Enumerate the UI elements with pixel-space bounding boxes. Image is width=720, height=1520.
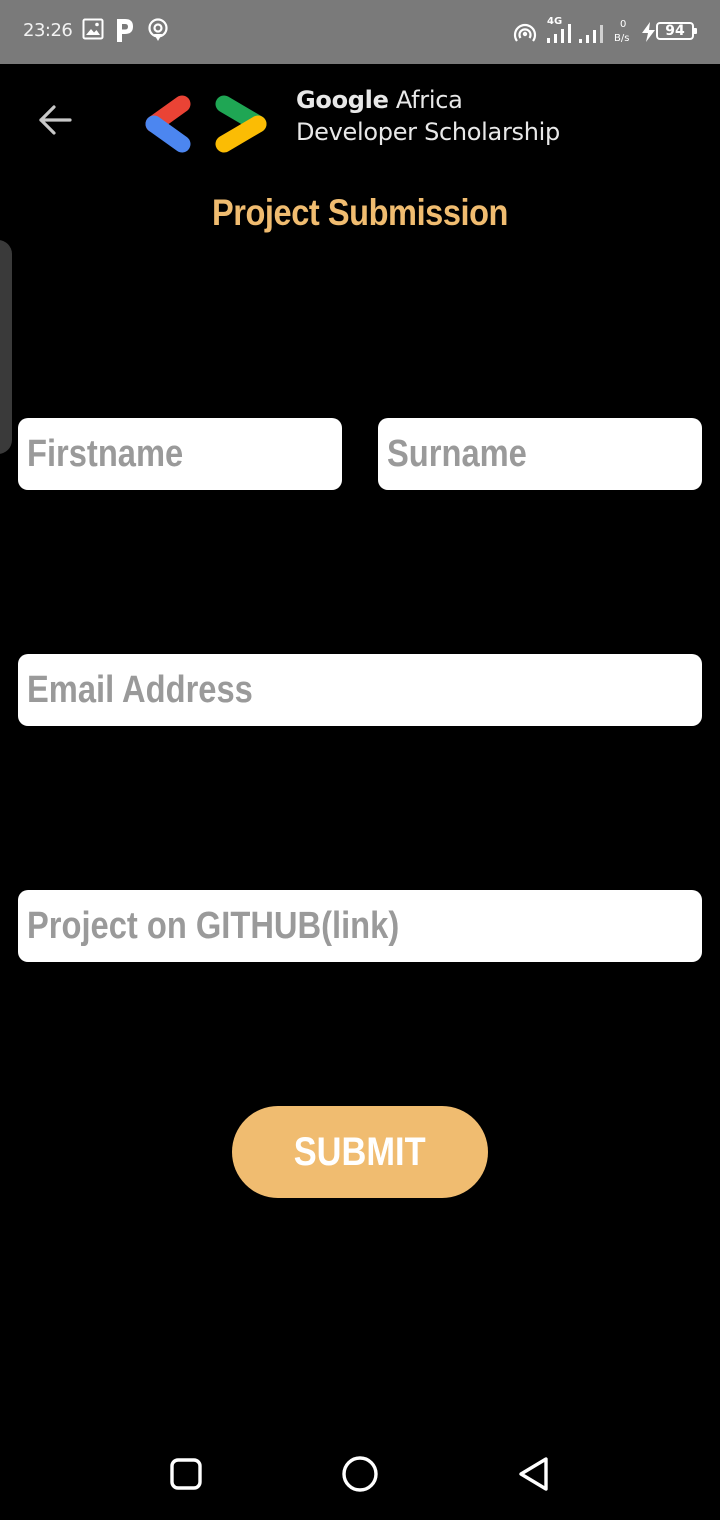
surname-field [378, 418, 702, 490]
charging-icon [641, 22, 657, 47]
firstname-field [18, 418, 342, 490]
hotspot-icon [512, 21, 538, 50]
home-button[interactable] [338, 1452, 382, 1496]
side-edge-handle[interactable] [0, 240, 12, 454]
gads-logo [140, 92, 280, 163]
data-rate-value: 0 [620, 19, 627, 30]
home-circle-icon [342, 1456, 378, 1492]
signal-icon [546, 22, 574, 49]
developer-chevrons-icon [145, 95, 267, 153]
status-bar: 23:26 4G 0 B/s 94 [0, 0, 720, 64]
logo-line1: Google Africa [296, 84, 560, 116]
submit-label: SUBMIT [294, 1129, 426, 1174]
location-broadcast-icon [146, 18, 170, 47]
back-triangle-icon [519, 1457, 548, 1491]
email-input[interactable] [27, 668, 608, 712]
page-title: Project Submission [211, 192, 509, 233]
github-link-field [18, 890, 702, 962]
surname-input[interactable] [387, 432, 658, 476]
logo-brand: Google [296, 86, 389, 114]
status-time: 23:26 [23, 20, 73, 41]
arrow-left-icon [39, 105, 72, 135]
logo-text: Google Africa Developer Scholarship [296, 84, 560, 148]
app-header: Google Africa Developer Scholarship [0, 64, 720, 184]
image-icon [82, 18, 104, 45]
system-back-button[interactable] [512, 1452, 556, 1496]
logo-line1-rest: Africa [388, 86, 463, 114]
recents-square-icon [170, 1458, 202, 1490]
logo-line2: Developer Scholarship [296, 118, 560, 146]
recents-button[interactable] [164, 1452, 208, 1496]
back-button[interactable] [32, 100, 80, 140]
data-rate-unit: B/s [614, 33, 630, 44]
signal-icon-2 [578, 22, 606, 49]
firstname-input[interactable] [27, 432, 298, 476]
battery-icon: 94 [656, 22, 697, 40]
github-link-input[interactable] [27, 904, 608, 948]
system-nav-bar [0, 1424, 720, 1520]
pinterest-p-icon [114, 17, 136, 48]
submit-button[interactable]: SUBMIT [232, 1106, 488, 1198]
email-field [18, 654, 702, 726]
